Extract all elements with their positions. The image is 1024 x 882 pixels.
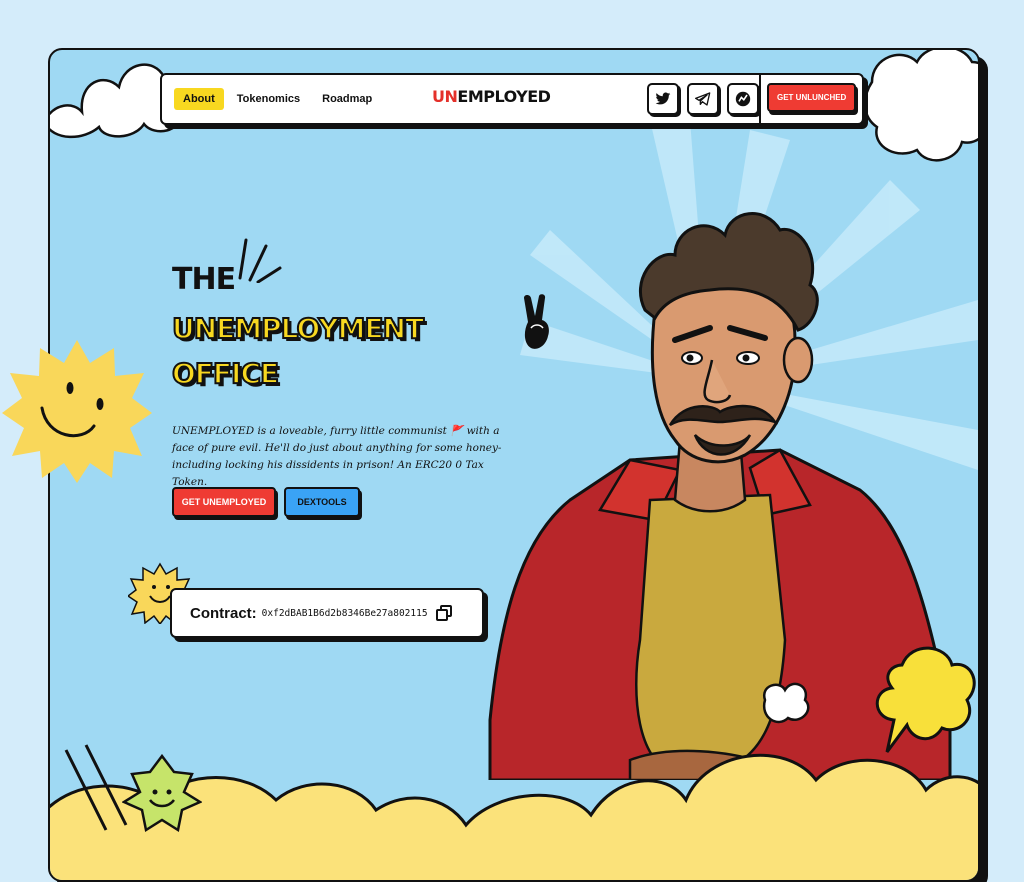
- twitter-icon[interactable]: [647, 83, 679, 115]
- logo[interactable]: UNEMPLOYED: [432, 87, 551, 106]
- contract-address[interactable]: 0xf2dBAB1B6d2b8346Be27a802115: [262, 608, 428, 619]
- telegram-icon[interactable]: [687, 83, 719, 115]
- sun-smiley-sticker: [2, 340, 152, 483]
- headline-office: OFFICE: [171, 356, 280, 391]
- social-links: [647, 83, 759, 115]
- logo-red: UN: [432, 87, 458, 106]
- navbar-divider: [759, 75, 761, 123]
- nav-tokenomics[interactable]: Tokenomics: [228, 88, 309, 110]
- contract-label: Contract:: [190, 604, 257, 622]
- nav-roadmap[interactable]: Roadmap: [313, 88, 381, 110]
- cloud-top-right: [863, 50, 978, 162]
- dextools-icon[interactable]: [727, 83, 759, 115]
- contract-box: Contract: 0xf2dBAB1B6d2b8346Be27a802115: [170, 588, 484, 638]
- dextools-button[interactable]: DEXTOOLS: [284, 487, 360, 517]
- get-unlunched-button[interactable]: GET UNLUNCHED: [767, 83, 857, 112]
- green-smiley-sticker: [122, 754, 202, 833]
- copy-icon[interactable]: [435, 605, 452, 621]
- top-navbar: About Tokenomics Roadmap UNEMPLOYED GET …: [160, 73, 864, 125]
- get-unemployed-button[interactable]: GET UNEMPLOYED: [172, 487, 276, 517]
- accent-lines-icon: [238, 238, 282, 283]
- peace-hand-icon: [524, 294, 549, 349]
- hero-description: UNEMPLOYED is a loveable, furry little c…: [172, 424, 502, 488]
- headline-unemployment: UNEMPLOYMENT: [171, 311, 425, 346]
- logo-dark: EMPLOYED: [457, 87, 551, 106]
- headline-the: THE: [172, 262, 236, 297]
- nav-about[interactable]: About: [174, 88, 224, 110]
